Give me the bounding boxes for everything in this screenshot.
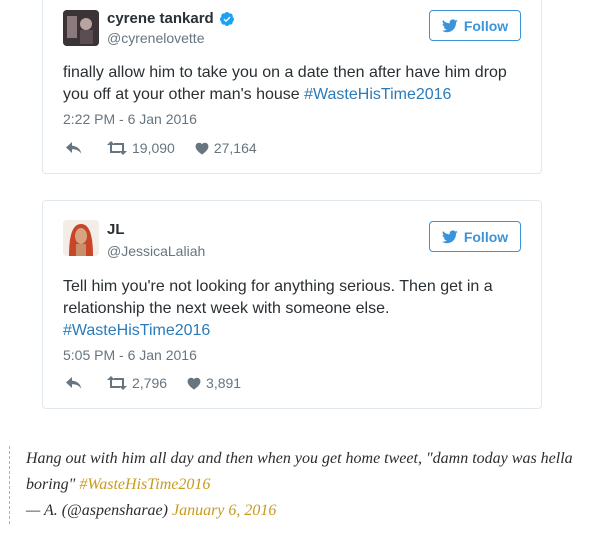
hashtag-link[interactable]: #WasteHisTime2016: [63, 322, 210, 339]
twitter-bird-icon: [441, 18, 458, 32]
display-name[interactable]: cyrene tankard: [107, 10, 214, 27]
like-count: 27,164: [213, 140, 257, 156]
quoted-tweet: Hang out with him all day and then when …: [9, 446, 599, 524]
hashtag-link[interactable]: #WasteHisTime2016: [304, 86, 451, 103]
user-handle[interactable]: @cyrenelovette: [107, 30, 204, 46]
heart-icon: [187, 377, 201, 390]
reply-button[interactable]: [65, 376, 83, 390]
timestamp[interactable]: 5:05 PM - 6 Jan 2016: [63, 347, 197, 363]
twitter-bird-icon: [441, 229, 458, 243]
retweet-button[interactable]: 2,796: [107, 375, 167, 391]
tweet-body: Tell him you're not looking for anything…: [63, 278, 493, 317]
quote-author: — A. (@aspensharae): [26, 502, 172, 519]
quote-body: Hang out with him all day and then when …: [26, 446, 599, 498]
like-button[interactable]: 27,164: [195, 140, 257, 156]
quote-attribution: — A. (@aspensharae) January 6, 2016: [26, 498, 599, 524]
reply-icon: [66, 142, 82, 154]
tweet-actions: 2,796 3,891: [65, 375, 241, 391]
follow-label: Follow: [463, 17, 509, 34]
like-button[interactable]: 3,891: [187, 375, 241, 391]
tweet-card: JL @JessicaLaliah Follow Tell him you're…: [42, 200, 542, 409]
verified-icon: [219, 11, 235, 27]
heart-icon: [195, 142, 209, 155]
follow-label: Follow: [463, 228, 509, 245]
quote-date-link[interactable]: January 6, 2016: [172, 502, 276, 519]
avatar[interactable]: [63, 10, 99, 46]
avatar[interactable]: [63, 220, 99, 256]
retweet-icon: [107, 376, 127, 390]
user-handle[interactable]: @JessicaLaliah: [107, 243, 205, 259]
like-count: 3,891: [206, 375, 242, 391]
quote-hashtag-link[interactable]: #WasteHisTime2016: [79, 476, 210, 493]
tweet-text: finally allow him to take you on a date …: [63, 62, 521, 106]
follow-button[interactable]: Follow: [429, 221, 521, 252]
avatar-photo: [63, 10, 99, 46]
display-name[interactable]: JL: [107, 221, 125, 238]
tweet-card: cyrene tankard @cyrenelovette Follow fin…: [42, 0, 542, 174]
retweet-button[interactable]: 19,090: [107, 140, 175, 156]
retweet-icon: [107, 141, 127, 155]
reply-icon: [66, 377, 82, 389]
reply-button[interactable]: [65, 141, 83, 155]
retweet-count: 19,090: [132, 140, 175, 156]
follow-button[interactable]: Follow: [429, 10, 521, 41]
tweet-text: Tell him you're not looking for anything…: [63, 276, 521, 342]
retweet-count: 2,796: [132, 375, 168, 391]
avatar-photo: [63, 220, 99, 256]
tweet-actions: 19,090 27,164: [65, 140, 257, 156]
timestamp[interactable]: 2:22 PM - 6 Jan 2016: [63, 111, 197, 127]
